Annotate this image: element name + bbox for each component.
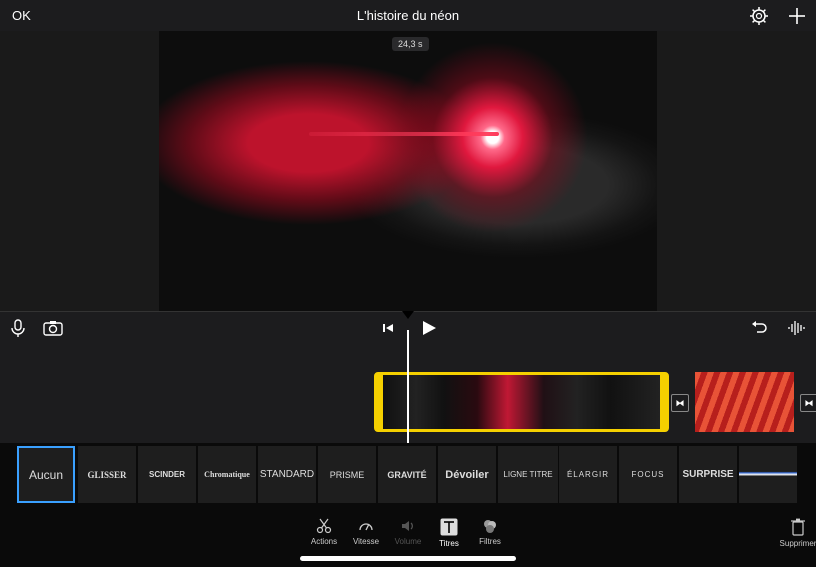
- undo-icon[interactable]: [749, 318, 769, 338]
- video-clip[interactable]: [695, 372, 794, 432]
- title-style-surprise[interactable]: SURPRISE: [679, 446, 737, 503]
- project-title: L'histoire du néon: [356, 8, 460, 23]
- titles-label: Titres: [439, 539, 459, 548]
- speedometer-icon: [359, 523, 373, 531]
- speed-label: Vitesse: [352, 537, 380, 546]
- title-style-standard[interactable]: STANDARD: [258, 446, 316, 503]
- title-style-elargir[interactable]: ÉLARGIR: [559, 446, 617, 503]
- title-style-aucun[interactable]: Aucun: [17, 446, 75, 503]
- settings-gear-icon[interactable]: [749, 6, 769, 26]
- play-icon[interactable]: [419, 318, 439, 338]
- title-style-devoiler[interactable]: Dévoiler: [438, 446, 496, 503]
- title-style-ligne-titre[interactable]: LIGNE TITRE: [498, 446, 558, 503]
- text-t-icon: [440, 518, 458, 536]
- playhead-marker: [402, 311, 414, 319]
- volume-label: Volume: [394, 537, 422, 546]
- duration-badge: 24,3 s: [392, 37, 429, 51]
- home-indicator[interactable]: [300, 556, 516, 561]
- video-frame[interactable]: [159, 31, 657, 311]
- add-plus-icon[interactable]: [787, 6, 807, 26]
- video-preview-area: 24,3 s: [0, 31, 816, 311]
- actions-label: Actions: [310, 537, 338, 546]
- delete-tool[interactable]: Supprimer: [778, 518, 816, 548]
- titles-tool[interactable]: Titres: [429, 518, 469, 548]
- title-style-gravite[interactable]: GRAVITÉ: [378, 446, 436, 503]
- audio-waveform-icon[interactable]: [787, 318, 807, 338]
- transition-icon[interactable]: ⧓: [800, 394, 816, 412]
- filters-label: Filtres: [479, 537, 501, 546]
- transition-icon[interactable]: ⧓: [671, 394, 689, 412]
- volume-tool: Volume: [388, 518, 428, 546]
- microphone-icon[interactable]: [8, 318, 28, 338]
- title-style-scinder[interactable]: SCINDER: [138, 446, 196, 503]
- title-style-focus[interactable]: FOCUS: [619, 446, 677, 503]
- playhead[interactable]: [407, 330, 409, 443]
- skip-to-start-icon[interactable]: [378, 318, 398, 338]
- camera-icon[interactable]: [42, 318, 63, 338]
- title-style-preview[interactable]: [739, 446, 797, 503]
- filters-circles-icon: [484, 520, 496, 533]
- filters-tool[interactable]: Filtres: [470, 518, 510, 546]
- delete-label: Supprimer: [779, 539, 816, 548]
- title-style-chromatique[interactable]: Chromatique: [198, 446, 256, 503]
- scissors-icon: [316, 518, 332, 534]
- laser-beam: [309, 132, 499, 136]
- actions-tool[interactable]: Actions: [304, 518, 344, 546]
- trash-icon: [791, 518, 805, 536]
- selected-video-clip[interactable]: [374, 372, 669, 432]
- title-style-prisme[interactable]: PRISME: [318, 446, 376, 503]
- title-style-glisser[interactable]: GLISSER: [78, 446, 136, 503]
- speed-tool[interactable]: Vitesse: [346, 518, 386, 546]
- speaker-icon: [402, 521, 413, 531]
